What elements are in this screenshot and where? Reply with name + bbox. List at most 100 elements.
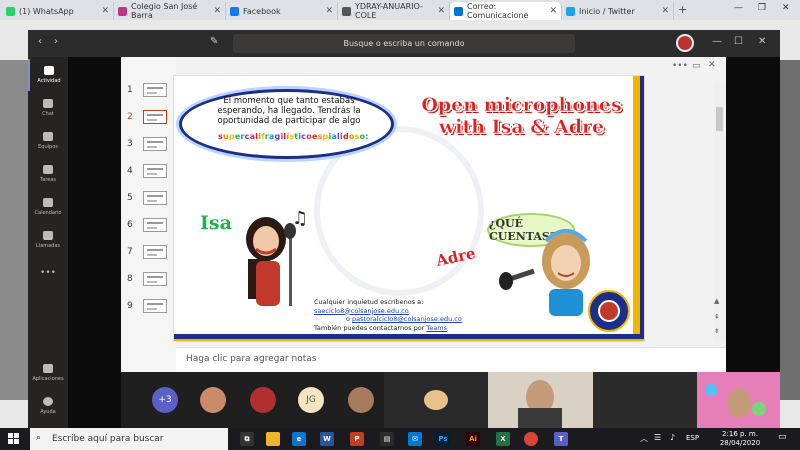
language-indicator[interactable]: ESP [686,434,699,442]
maximize-icon[interactable]: ☐ [734,36,743,47]
scrollbar-thumb[interactable] [716,107,723,131]
slide-thumbnail[interactable]: 1 [127,83,167,97]
maximize-button[interactable]: ❐ [758,3,766,13]
video-tile[interactable] [593,372,697,428]
taskbar-clock[interactable]: 2:16 p. m. 28/04/2020 [712,430,768,448]
bubble-decoration [752,402,766,416]
tab-correo[interactable]: Correo: Comunicacione ✕ [450,2,562,20]
close-icon[interactable]: ✕ [708,60,716,70]
slide-thumbnail[interactable]: 6 [127,218,167,232]
facebook-icon [230,6,239,16]
network-icon[interactable]: ☰ [654,433,661,442]
notes-field[interactable]: Haga clic para agregar notas [176,347,726,372]
chrome-icon[interactable] [524,432,538,446]
tab-label: Correo: Comunicacione [467,2,529,20]
close-tab-icon[interactable]: ✕ [213,6,221,16]
tab-twitter[interactable]: Inicio / Twitter ✕ [562,2,674,20]
rail-item-actividad[interactable]: Actividad [28,59,68,91]
rail-item-equipos[interactable]: Equipos [28,125,68,157]
more-participants-button[interactable]: +3 [152,387,178,413]
thumbnail-image [143,137,167,151]
participant-avatar[interactable] [250,387,276,413]
slide-thumbnail[interactable]: 8 [127,272,167,286]
browser-tab-strip: (1) WhatsApp ✕ Colegio San José Barra ✕ Fa… [0,0,800,20]
minimize-icon[interactable]: — [712,36,722,47]
next-slide-icon[interactable]: ⇟ [714,327,720,335]
close-tab-icon[interactable]: ✕ [549,6,557,16]
close-tab-icon[interactable]: ✕ [437,6,445,16]
slide-thumbnail[interactable]: 9 [127,299,167,313]
windows-start-icon[interactable] [8,433,20,445]
participant-avatar[interactable] [348,387,374,413]
close-window-button[interactable]: ✕ [782,3,790,13]
previous-slide-icon[interactable]: ⇞ [714,313,720,321]
slide-thumbnail[interactable]: 5 [127,191,167,205]
more-apps-button[interactable]: ••• [28,257,68,289]
participant-avatar[interactable] [200,387,226,413]
excel-icon[interactable]: X [496,432,510,446]
taskbar-search-input[interactable]: Escribe aquí para buscar [30,428,228,450]
popout-icon[interactable]: ▭ [692,61,701,71]
rail-label: Aplicaciones [32,376,64,382]
tab-facebook[interactable]: Facebook ✕ [226,2,338,20]
store-icon[interactable]: ▤ [380,432,394,446]
volume-icon[interactable]: ♪ [670,433,675,442]
rail-label: Actividad [37,78,61,84]
close-tab-icon[interactable]: ✕ [661,6,669,16]
rail-label: Ayuda [40,409,56,415]
mail-icon[interactable]: ✉ [408,432,422,446]
compose-icon[interactable]: ✎ [210,36,218,47]
tab-label: (1) WhatsApp [19,6,74,16]
scroll-up-icon[interactable]: ▲ [714,297,719,305]
edge-icon[interactable]: e [292,432,306,446]
minimize-button[interactable]: — [734,3,743,13]
teams-link[interactable]: Teams [426,324,447,332]
rail-item-calendario[interactable]: Calendario [28,191,68,223]
slide-thumbnail[interactable]: 4 [127,164,167,178]
contact-text: Cualquier inquietud escríbenos a: [314,298,424,306]
close-tab-icon[interactable]: ✕ [101,6,109,16]
rail-item-llamadas[interactable]: Llamadas [28,224,68,256]
whatsapp-icon [6,6,15,16]
file-explorer-icon[interactable] [266,432,280,446]
chat-icon [43,99,53,108]
rail-label: Chat [42,111,54,117]
rail-item-aplicaciones[interactable]: Aplicaciones [28,357,68,389]
tab-whatsapp[interactable]: (1) WhatsApp ✕ [2,2,114,20]
rail-item-chat[interactable]: Chat [28,92,68,124]
thumbnail-image [143,245,167,259]
tray-arrow-icon[interactable]: ︿ [640,433,648,444]
word-icon[interactable]: W [320,432,334,446]
slide-thumbnail[interactable]: 7 [127,245,167,259]
back-arrow-icon[interactable]: ‹ [38,36,42,47]
slide-thumbnail[interactable]: 2 [127,110,167,124]
forward-arrow-icon[interactable]: › [54,36,58,47]
video-tile[interactable] [488,372,593,428]
close-tab-icon[interactable]: ✕ [325,6,333,16]
avatar[interactable] [676,34,694,52]
new-tab-button[interactable]: + [678,3,687,16]
notifications-icon[interactable]: ▭ [778,432,787,442]
slide-thumbnail[interactable]: 3 [127,137,167,151]
more-options-icon[interactable]: ••• [672,61,688,71]
tab-anuario[interactable]: YDRAY-ANUARIO-COLE ✕ [338,2,450,20]
rail-item-tareas[interactable]: Tareas [28,158,68,190]
email-link[interactable]: saeciclo8@colsanjose.edu.co [314,307,409,315]
slide-decoration [174,339,644,341]
video-tile[interactable] [697,372,780,428]
participant-initials[interactable]: JG [298,387,324,413]
photoshop-icon[interactable]: Ps [436,432,450,446]
email-link[interactable]: pastoralciclo8@colsanjose.edu.co [352,315,462,323]
illustrator-icon[interactable]: Ai [466,432,480,446]
teams-icon[interactable]: T [554,432,568,446]
video-tile[interactable] [384,372,488,428]
tab-colegio[interactable]: Colegio San José Barra ✕ [114,2,226,20]
close-icon[interactable]: ✕ [758,36,766,47]
rail-label: ••• [40,268,56,278]
search-input[interactable]: Busque o escriba un comando [233,34,575,53]
powerpoint-icon[interactable]: P [350,432,364,446]
task-view-icon[interactable]: ⧉ [240,432,254,446]
current-slide: El momento que tanto estabas esperando, … [173,75,645,342]
thumbnail-image [143,218,167,232]
rail-item-ayuda[interactable]: Ayuda [28,390,68,422]
